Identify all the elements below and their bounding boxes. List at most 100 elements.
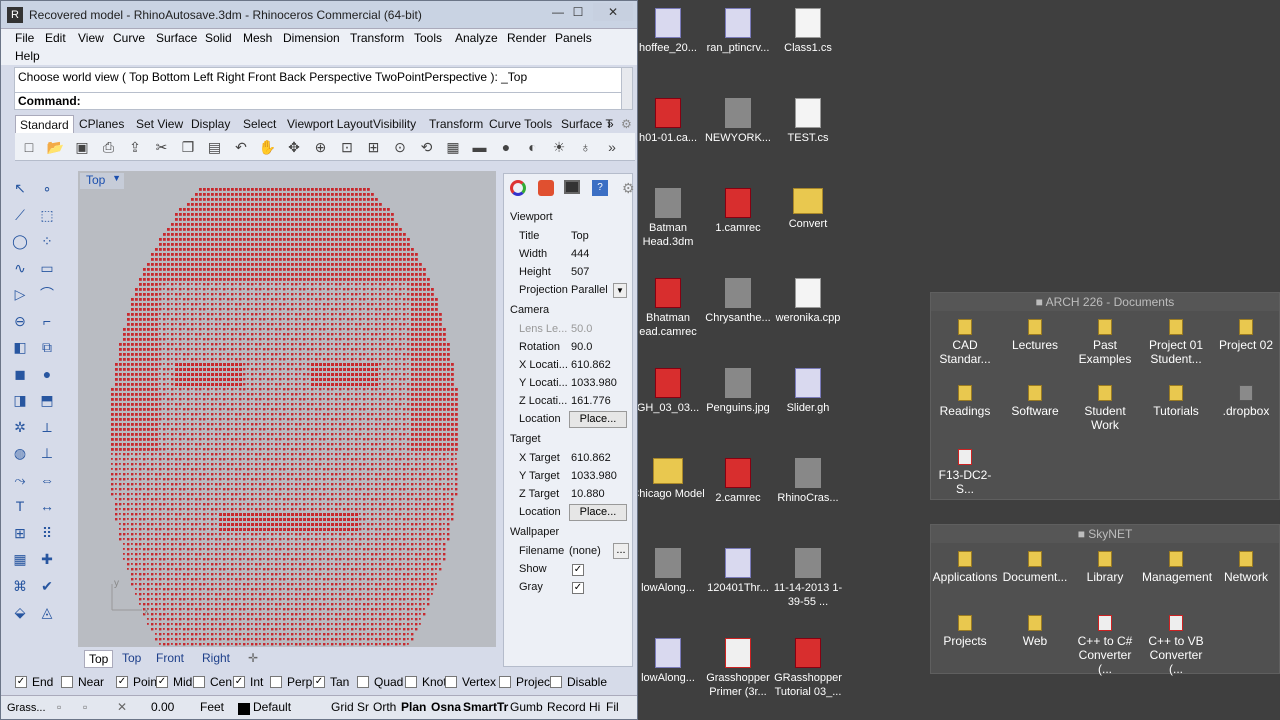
desktop-icon-22[interactable]: Grasshopper Primer (3r... xyxy=(701,638,775,699)
tab-transform[interactable]: Transform xyxy=(425,115,487,133)
more-icon[interactable]: » xyxy=(602,137,622,157)
menu-item-mesh[interactable]: Mesh xyxy=(243,31,272,45)
desktop-icon-14[interactable]: Slider.gh xyxy=(771,368,845,415)
fence_arch-item-8[interactable]: Tutorials xyxy=(1142,385,1210,418)
dimension-icon[interactable]: ↔ xyxy=(36,495,58,517)
desktop-icon-23[interactable]: GRasshopper Tutorial 03_... xyxy=(771,638,845,699)
tab-set-view[interactable]: Set View xyxy=(132,115,187,133)
cut-icon[interactable]: ✂ xyxy=(152,137,172,157)
command-line[interactable]: Command: xyxy=(14,92,624,110)
surface-icon[interactable]: ◧ xyxy=(9,336,31,358)
tab-visibility[interactable]: Visibility xyxy=(369,115,420,133)
point-icon[interactable]: ∘ xyxy=(36,177,58,199)
viewport-top[interactable]: Top ▼ y x xyxy=(78,171,496,647)
sphere-icon[interactable]: ● xyxy=(36,363,58,385)
bulb-icon[interactable]: ♁ xyxy=(576,137,596,157)
zoom-window-icon[interactable]: ⊡ xyxy=(337,137,357,157)
menu-item-tools[interactable]: Tools xyxy=(414,31,442,45)
fence_arch-item-10[interactable]: F13-DC2-S... xyxy=(931,449,999,496)
maximize-button[interactable]: ☐ xyxy=(567,3,589,21)
fence_arch-item-0[interactable]: CAD Standar... xyxy=(931,319,999,366)
new-icon[interactable]: □ xyxy=(19,137,39,157)
trim-icon[interactable]: ⊥ xyxy=(36,442,58,464)
fence_skynet-item-1[interactable]: Document... xyxy=(1001,551,1069,584)
menu-item-analyze[interactable]: Analyze xyxy=(455,31,498,45)
grid-points-icon[interactable]: ⁘ xyxy=(36,230,58,252)
desktop-icon-18[interactable]: lowAlong... xyxy=(631,548,705,595)
tab-more-button[interactable]: » xyxy=(603,115,618,133)
select-arrow-icon[interactable]: ↖ xyxy=(9,177,31,199)
desktop-icon-7[interactable]: 1.camrec xyxy=(701,188,775,235)
menu-item-edit[interactable]: Edit xyxy=(45,31,66,45)
desktop-icon-11[interactable]: weronika.cpp xyxy=(771,278,845,325)
desktop-icon-15[interactable]: Chicago Model xyxy=(631,458,705,501)
desktop-icon-20[interactable]: 11-14-2013 1-39-55 ... xyxy=(771,548,845,609)
fence_skynet-item-4[interactable]: Network xyxy=(1212,551,1280,584)
desktop-icon-1[interactable]: ran_ptincrv... xyxy=(701,8,775,55)
menu-item-help[interactable]: Help xyxy=(15,49,40,63)
four-view-icon[interactable]: ▦ xyxy=(443,137,463,157)
desktop-icon-17[interactable]: RhinoCras... xyxy=(771,458,845,505)
menu-item-surface[interactable]: Surface xyxy=(156,31,197,45)
desktop-icon-16[interactable]: 2.camrec xyxy=(701,458,775,505)
join-icon[interactable]: ⤳ xyxy=(9,469,31,491)
transform-icon[interactable]: ⊞ xyxy=(9,522,31,544)
fence_arch-item-3[interactable]: Project 01 Student... xyxy=(1142,319,1210,366)
fillet-icon[interactable]: ⌐ xyxy=(36,310,58,332)
polygon-icon[interactable]: ▷ xyxy=(9,283,31,305)
fence_arch-item-4[interactable]: Project 02 xyxy=(1212,319,1280,352)
tab-viewport-layout[interactable]: Viewport Layout xyxy=(283,115,377,133)
teapot-icon[interactable]: ● xyxy=(496,137,516,157)
tab-select[interactable]: Select xyxy=(239,115,280,133)
mirror-icon[interactable]: ⇔ xyxy=(36,469,58,491)
menu-item-transform[interactable]: Transform xyxy=(350,31,404,45)
fence_skynet-item-2[interactable]: Library xyxy=(1071,551,1139,584)
import-icon[interactable]: ⇪ xyxy=(125,137,145,157)
desktop-icon-2[interactable]: Class1.cs xyxy=(771,8,845,55)
desktop-icon-21[interactable]: lowAlong... xyxy=(631,638,705,685)
gear-icon[interactable]: ⚙ xyxy=(617,115,636,133)
split-icon[interactable]: ⟂ xyxy=(36,416,58,438)
desktop-icon-9[interactable]: Bhatman ead.camrec xyxy=(631,278,705,339)
sphere-icon[interactable]: ◐ xyxy=(523,137,543,157)
tab-cplanes[interactable]: CPlanes xyxy=(75,115,128,133)
paste-icon[interactable]: ▤ xyxy=(205,137,225,157)
desktop-icon-10[interactable]: Chrysanthe... xyxy=(701,278,775,325)
fence_arch-item-7[interactable]: Student Work xyxy=(1071,385,1139,432)
tab-standard[interactable]: Standard xyxy=(15,115,74,133)
copy-icon[interactable]: ❐ xyxy=(178,137,198,157)
fence_arch-item-9[interactable]: .dropbox xyxy=(1212,385,1280,418)
light-icon[interactable]: ☀ xyxy=(549,137,569,157)
curve-icon[interactable]: ∿ xyxy=(9,257,31,279)
fence_skynet-item-0[interactable]: Applications xyxy=(931,551,999,584)
desktop-icon-6[interactable]: Batman Head.3dm xyxy=(631,188,705,249)
fence_skynet-item-3[interactable]: Management xyxy=(1142,551,1212,584)
print-icon[interactable]: ⎙ xyxy=(99,137,119,157)
desktop-icon-3[interactable]: h01-01.ca... xyxy=(631,98,705,145)
fence_arch-item-5[interactable]: Readings xyxy=(931,385,999,418)
box-icon[interactable]: ◼ xyxy=(9,363,31,385)
arc-icon[interactable]: ⌒ xyxy=(36,283,58,305)
grid-icon[interactable]: ▦ xyxy=(9,548,31,570)
fence_arch-item-1[interactable]: Lectures xyxy=(1001,319,1069,352)
open-icon[interactable]: 📂 xyxy=(46,137,66,157)
menu-item-render[interactable]: Render xyxy=(507,31,546,45)
ellipse-icon[interactable]: ⊖ xyxy=(9,310,31,332)
circle-icon[interactable]: ◯ xyxy=(9,230,31,252)
cylinder-icon[interactable]: ◨ xyxy=(9,389,31,411)
pan-icon[interactable]: ✋ xyxy=(258,137,278,157)
extrude-icon[interactable]: ⬒ xyxy=(36,389,58,411)
car-icon[interactable]: ▬ xyxy=(470,137,490,157)
fence_skynet-item-8[interactable]: C++ to VB Converter (... xyxy=(1142,615,1210,676)
menu-item-solid[interactable]: Solid xyxy=(205,31,232,45)
desktop-icon-12[interactable]: GH_03_03... xyxy=(631,368,705,415)
gumball-icon[interactable]: ✚ xyxy=(36,548,58,570)
command-scrollbar[interactable] xyxy=(621,67,633,110)
rotate-view-icon[interactable]: ⟲ xyxy=(417,137,437,157)
desktop-icon-0[interactable]: hoffee_20... xyxy=(631,8,705,55)
save-icon[interactable]: ▣ xyxy=(72,137,92,157)
tab-curve-tools[interactable]: Curve Tools xyxy=(485,115,556,133)
desktop-icon-5[interactable]: TEST.cs xyxy=(771,98,845,145)
render-icon[interactable]: ◬ xyxy=(36,601,58,623)
solid-tools-icon[interactable]: ⬙ xyxy=(9,601,31,623)
